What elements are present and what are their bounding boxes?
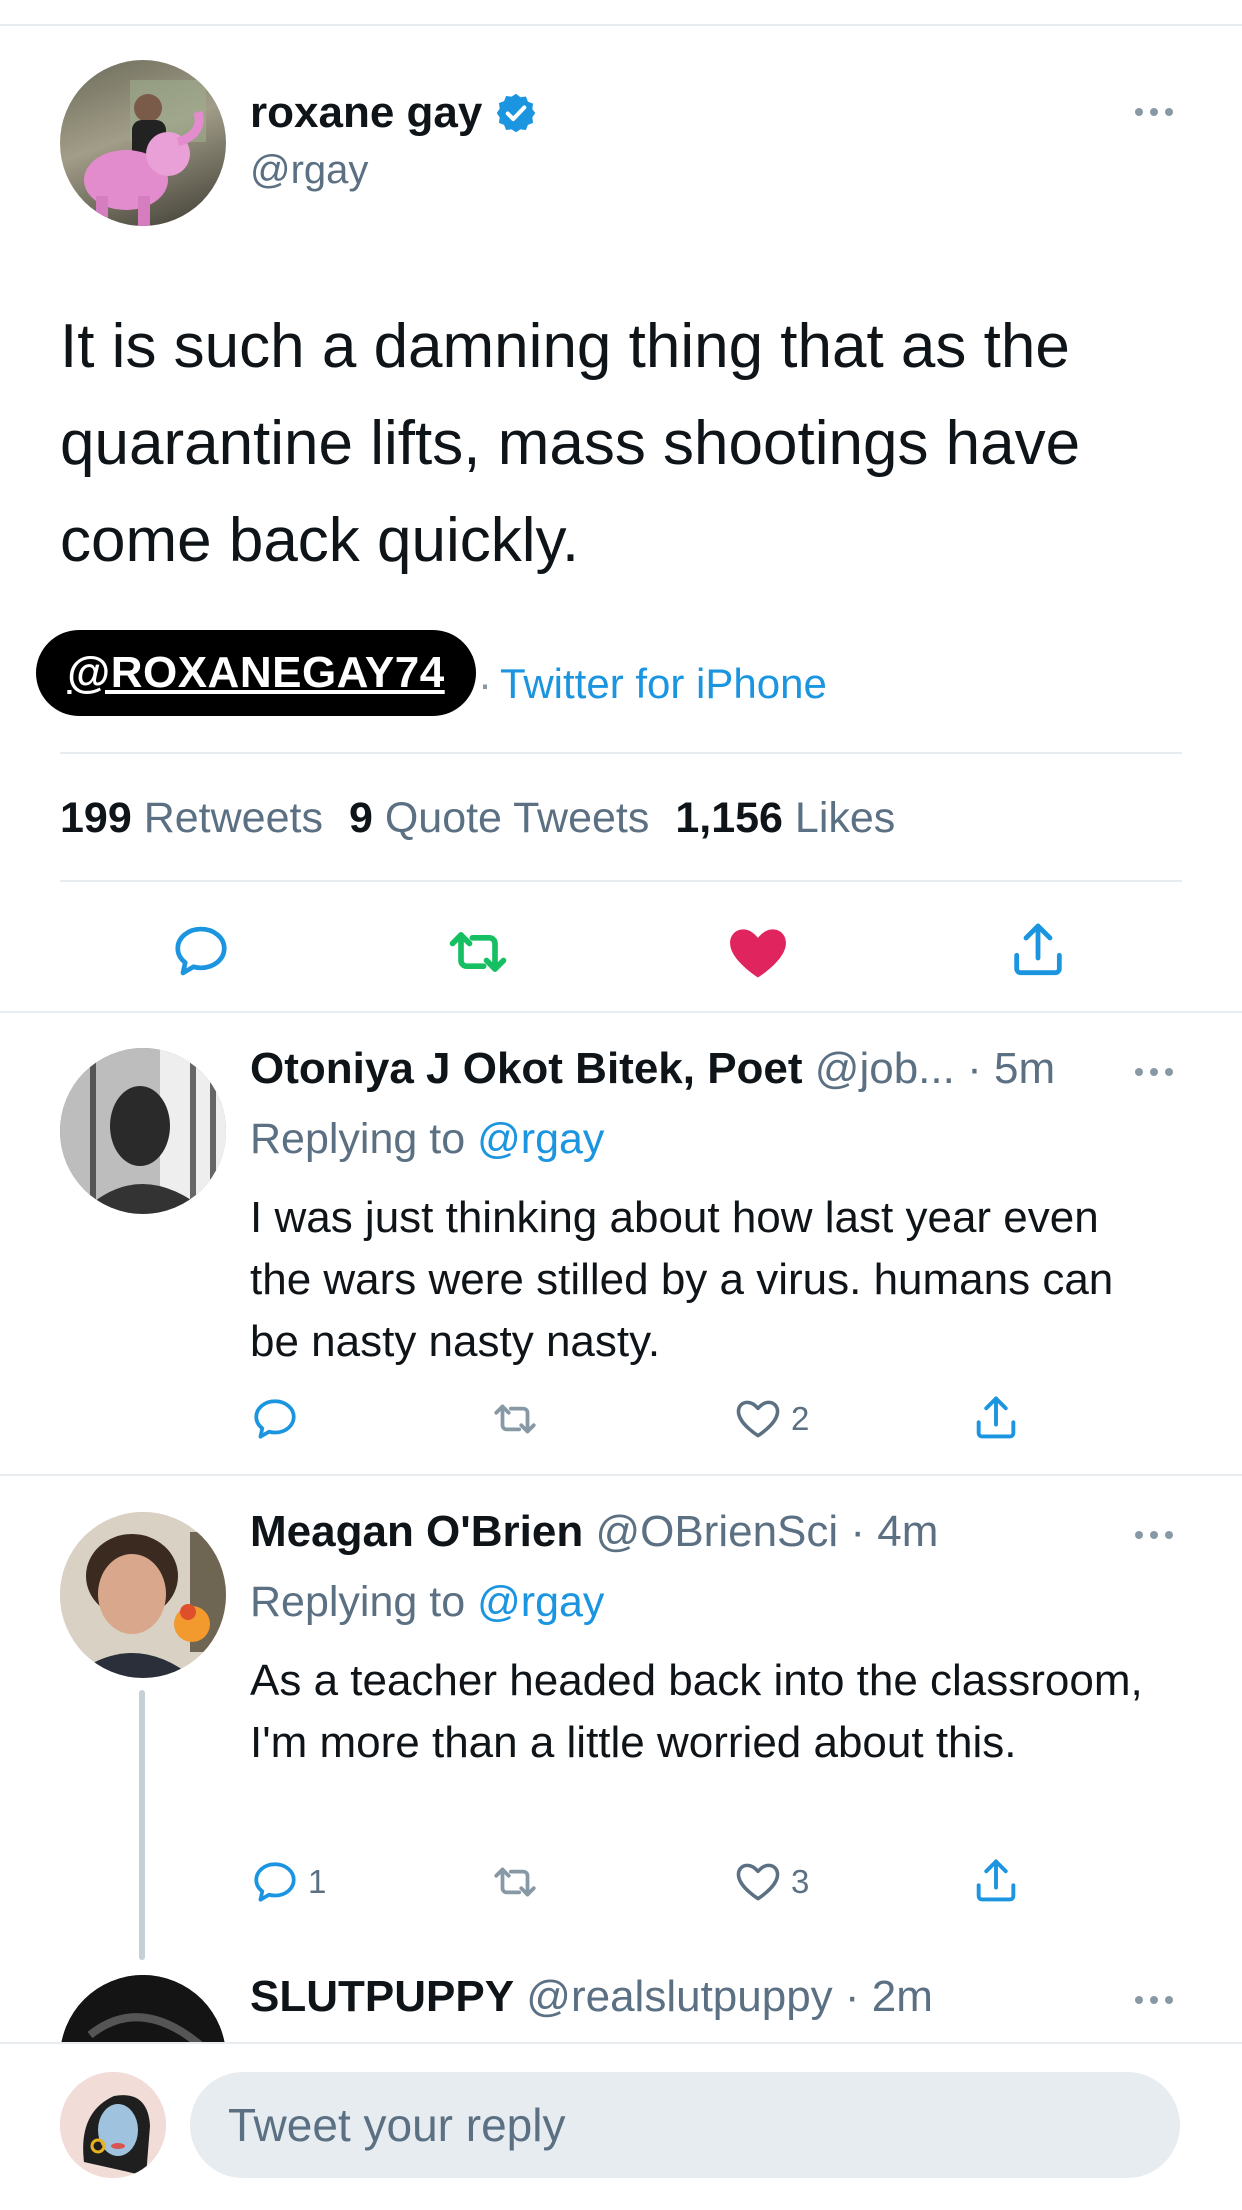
top-divider (0, 24, 1242, 26)
retweets-count: 199 (60, 794, 132, 842)
author-avatar[interactable] (60, 60, 226, 226)
reply-2-share-action[interactable] (970, 1855, 1022, 1907)
reply-2-time: · 4m (850, 1507, 939, 1556)
likes-stat[interactable]: 1,156 Likes (675, 794, 895, 843)
thread-connector-line (139, 1690, 145, 1960)
reply-2-reply-icon (254, 1862, 296, 1902)
reply-2-replying-prefix: Replying to (250, 1578, 466, 1626)
reply-2-replying: Replying to @rgay (250, 1578, 604, 1627)
retweet-icon[interactable] (444, 918, 512, 991)
reply-3-time: · 2m (844, 1972, 933, 2021)
retweets-stat[interactable]: 199 Retweets (60, 794, 323, 843)
reply-1-avatar[interactable] (60, 1048, 226, 1214)
reply-2-retweet-action[interactable] (488, 1857, 542, 1907)
tweet-stats: 199 Retweets 9 Quote Tweets 1,156 Likes (60, 794, 895, 843)
reply-2-header: Meagan O'Brien @OBrienSci · 4m (250, 1507, 938, 1557)
reply-1-header: Otoniya J Okot Bitek, Poet @job... · 5m (250, 1044, 1055, 1094)
main-tweet-bottom-divider (0, 1011, 1242, 1013)
reply-1-time: · 5m (967, 1044, 1056, 1093)
current-user-avatar[interactable] (60, 2072, 166, 2178)
source-separator: · (478, 660, 492, 707)
reply-1-text: I was just thinking about how last year … (250, 1193, 1114, 1366)
likes-count: 1,156 (675, 794, 783, 842)
stats-top-divider (60, 752, 1182, 754)
reply-composer-bar: Tweet your reply (0, 2042, 1242, 2210)
reply-1-name[interactable]: Otoniya J Okot Bitek, Poet (250, 1044, 803, 1093)
more-options-icon[interactable] (1135, 108, 1173, 116)
reply-1-replying: Replying to @rgay (250, 1115, 604, 1164)
reply-1-bottom-divider (0, 1474, 1242, 1476)
verified-badge-icon (494, 91, 538, 135)
retweets-label: Retweets (143, 794, 323, 842)
reply-3-handle[interactable]: @realslutpuppy (526, 1972, 832, 2021)
reply-2-avatar[interactable] (60, 1512, 226, 1678)
reply-2-text: As a teacher headed back into the classr… (250, 1656, 1143, 1767)
reply-1-share-action[interactable] (970, 1392, 1022, 1444)
quotes-label: Quote Tweets (384, 794, 650, 842)
reply-1-retweet-action[interactable] (488, 1394, 542, 1444)
author-name-row: roxane gay (250, 88, 538, 138)
reply-1-handle[interactable]: @job... (815, 1044, 955, 1093)
like-icon[interactable] (724, 918, 792, 991)
reply-3-name[interactable]: SLUTPUPPY (250, 1972, 514, 2021)
reply-1-replying-to[interactable]: @rgay (477, 1115, 604, 1163)
reply-1-replying-prefix: Replying to (250, 1115, 466, 1163)
reply-input[interactable]: Tweet your reply (190, 2072, 1180, 2178)
reply-input-placeholder: Tweet your reply (228, 2099, 566, 2151)
stats-bottom-divider (60, 880, 1182, 882)
watermark-badge: @ROXANEGAY74 (36, 630, 476, 716)
quotes-stat[interactable]: 9 Quote Tweets (349, 794, 649, 843)
tweet-text: It is such a damning thing that as the q… (60, 312, 1081, 575)
author-handle[interactable]: @rgay (250, 148, 368, 193)
reply-1-like-count: 2 (791, 1400, 810, 1437)
reply-3-header: SLUTPUPPY @realslutpuppy · 2m (250, 1972, 933, 2022)
reply-2-reply-count: 1 (308, 1863, 327, 1900)
reply-2-replying-to[interactable]: @rgay (477, 1578, 604, 1626)
reply-1-retweet-icon (494, 1404, 536, 1434)
reply-2-like-icon (736, 1863, 780, 1901)
tweet-source-link[interactable]: Twitter for iPhone (500, 660, 827, 708)
reply-1-like-icon (736, 1400, 780, 1438)
reply-1-share-icon (976, 1396, 1016, 1439)
reply-2-share-icon (976, 1859, 1016, 1902)
tweet-source-row: · Twitter for iPhone (478, 660, 827, 708)
reply-1-reply-icon (254, 1399, 296, 1439)
watermark-text: @ROXANEGAY74 (67, 648, 445, 697)
reply-1-more-icon[interactable] (1135, 1068, 1173, 1076)
author-display-name[interactable]: roxane gay (250, 88, 482, 138)
reply-1-like-action[interactable]: 2 (733, 1394, 809, 1444)
reply-2-name[interactable]: Meagan O'Brien (250, 1507, 583, 1556)
reply-2-retweet-icon (494, 1867, 536, 1897)
reply-2-reply-action[interactable]: 1 (250, 1857, 326, 1907)
reply-2-like-count: 3 (791, 1863, 810, 1900)
quotes-count: 9 (348, 794, 373, 842)
reply-2-more-icon[interactable] (1135, 1531, 1173, 1539)
reply-2-like-action[interactable]: 3 (733, 1857, 809, 1907)
reply-icon[interactable] (170, 920, 232, 987)
reply-3-more-icon[interactable] (1135, 1996, 1173, 2004)
share-icon[interactable] (1006, 918, 1070, 987)
reply-2-handle[interactable]: @OBrienSci (595, 1507, 838, 1556)
reply-1-reply-action[interactable] (250, 1394, 300, 1444)
likes-label: Likes (794, 794, 896, 842)
